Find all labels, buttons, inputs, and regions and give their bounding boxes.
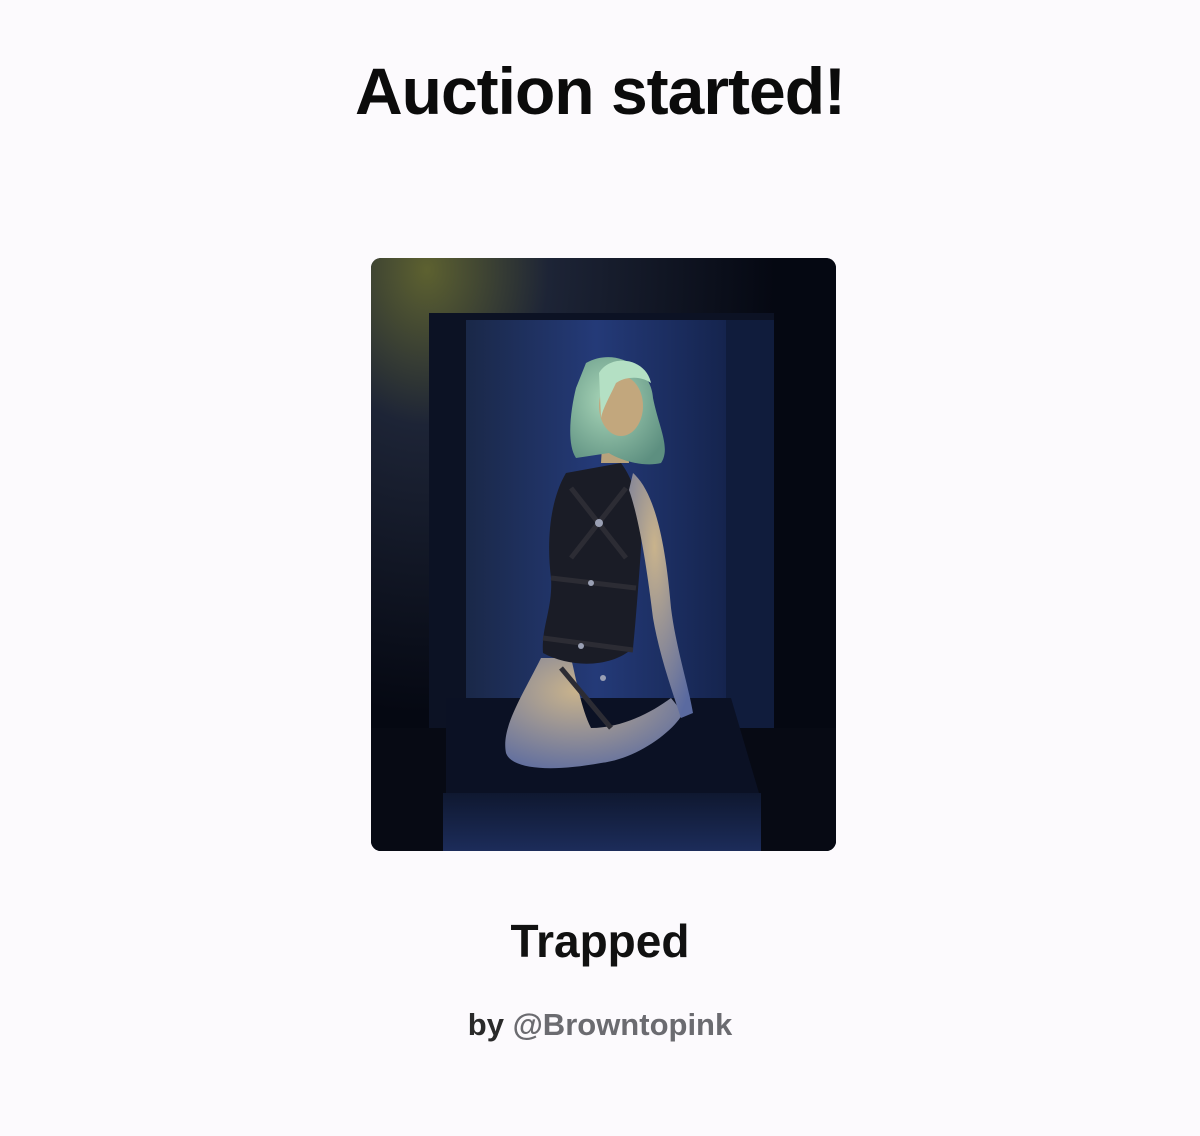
artist-handle-link[interactable]: @Browntopink (513, 1007, 733, 1042)
artist-byline: by @Browntopink (0, 1006, 1200, 1043)
auction-announcement: Auction started! Trapped by @Browntopink (0, 0, 1200, 1136)
page-title: Auction started! (354, 54, 846, 128)
by-label: by (467, 1007, 504, 1042)
artwork-title: Trapped (510, 915, 690, 967)
artwork-image[interactable] (371, 258, 836, 851)
